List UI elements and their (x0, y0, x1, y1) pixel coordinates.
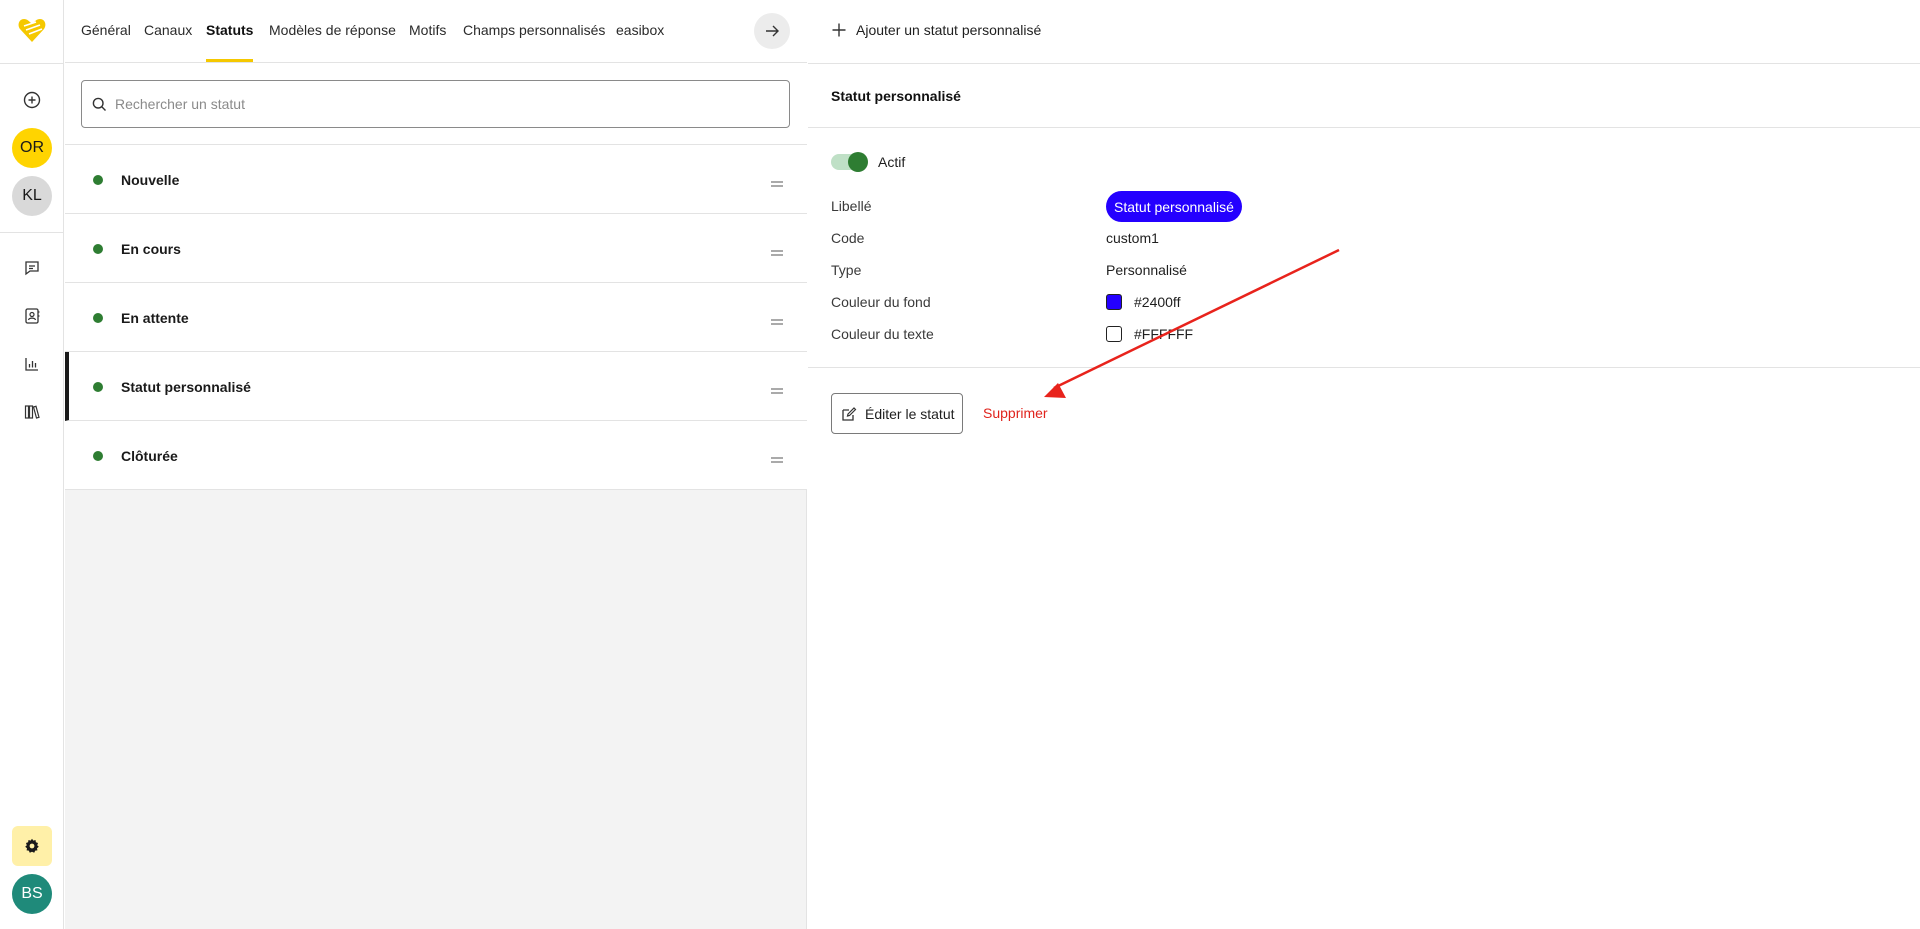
search-bar (65, 63, 807, 145)
tabs-scroll-button[interactable] (754, 13, 790, 49)
tab-canaux[interactable]: Canaux (144, 22, 192, 38)
arrow-right-icon (764, 23, 780, 39)
status-dot (93, 244, 103, 254)
toggle-knob (848, 152, 868, 172)
drag-handle-icon[interactable] (771, 451, 783, 463)
nav-rail: OR KL BS (0, 0, 64, 929)
settings-button[interactable] (12, 826, 52, 866)
status-dot (93, 175, 103, 185)
status-name: Nouvelle (121, 172, 180, 188)
bg-color-swatch (1106, 294, 1122, 310)
bg-color-value: #2400ff (1134, 294, 1181, 310)
statuses-column: Général Canaux Statuts Modèles de répons… (65, 0, 807, 929)
plus-circle-icon[interactable] (20, 88, 44, 112)
status-name: Clôturée (121, 448, 178, 464)
status-row-en-cours[interactable]: En cours (65, 214, 807, 283)
type-label: Type (831, 262, 862, 278)
search-input[interactable] (115, 96, 755, 112)
status-dot (93, 313, 103, 323)
code-label: Code (831, 230, 865, 246)
chart-icon[interactable] (20, 352, 44, 376)
add-custom-status-button[interactable]: Ajouter un statut personnalisé (832, 22, 1041, 38)
tab-easibox[interactable]: easibox (616, 22, 664, 38)
avatar-initials: BS (21, 885, 43, 902)
drag-handle-icon[interactable] (771, 313, 783, 325)
tab-motifs[interactable]: Motifs (409, 22, 446, 38)
tab-champs-personnalises[interactable]: Champs personnalisés (463, 22, 605, 38)
rail-divider (0, 232, 64, 233)
user-avatar[interactable]: BS (12, 874, 52, 914)
libelle-preview-badge: Statut personnalisé (1106, 191, 1242, 222)
rail-divider (0, 63, 64, 64)
settings-tabs: Général Canaux Statuts Modèles de répons… (65, 0, 807, 63)
status-detail-panel: Ajouter un statut personnalisé Statut pe… (808, 0, 1920, 929)
bg-color-label: Couleur du fond (831, 294, 931, 310)
text-color-swatch (1106, 326, 1122, 342)
status-row-statut-personnalise[interactable]: Statut personnalisé (65, 352, 807, 421)
type-value: Personnalisé (1106, 262, 1187, 278)
status-name: En cours (121, 241, 181, 257)
drag-handle-icon[interactable] (771, 175, 783, 187)
drag-handle-icon[interactable] (771, 382, 783, 394)
status-name: En attente (121, 310, 189, 326)
add-custom-status-label: Ajouter un statut personnalisé (856, 22, 1042, 38)
tab-statuts[interactable]: Statuts (206, 22, 253, 38)
heart-logo-icon[interactable] (16, 14, 48, 46)
search-field[interactable] (81, 80, 790, 128)
status-dot (93, 451, 103, 461)
panel-title: Statut personnalisé (831, 88, 961, 104)
libelle-label: Libellé (831, 198, 872, 214)
annotation-arrow (1044, 248, 1340, 398)
status-name: Statut personnalisé (121, 379, 251, 395)
avatar-initials: OR (20, 139, 44, 156)
edit-status-button[interactable]: Éditer le statut (831, 393, 963, 434)
tab-general[interactable]: Général (81, 22, 131, 38)
status-list: Nouvelle En cours En attente Statut pers… (65, 145, 807, 490)
drag-handle-icon[interactable] (771, 244, 783, 256)
tab-modeles-de-reponse[interactable]: Modèles de réponse (269, 22, 396, 38)
active-toggle[interactable] (831, 152, 868, 172)
status-dot (93, 382, 103, 392)
plus-icon (832, 23, 856, 37)
active-tab-indicator (206, 59, 253, 62)
status-row-en-attente[interactable]: En attente (65, 283, 807, 352)
status-row-nouvelle[interactable]: Nouvelle (65, 145, 807, 214)
text-color-value: #FFFFFF (1134, 326, 1194, 342)
library-icon[interactable] (20, 400, 44, 424)
chat-icon[interactable] (20, 256, 44, 280)
divider (808, 63, 1920, 64)
text-color-label: Couleur du texte (831, 326, 934, 342)
search-icon (92, 97, 107, 112)
status-row-cloturee[interactable]: Clôturée (65, 421, 807, 490)
divider (808, 127, 1920, 128)
contacts-icon[interactable] (20, 304, 44, 328)
divider (808, 367, 1920, 368)
avatar-or[interactable]: OR (12, 128, 52, 168)
delete-button[interactable]: Supprimer (983, 405, 1048, 421)
edit-icon (841, 406, 865, 422)
edit-status-label: Éditer le statut (865, 405, 955, 422)
avatar-initials: KL (22, 187, 42, 204)
code-value: custom1 (1106, 230, 1159, 246)
gear-icon (24, 838, 40, 854)
avatar-kl[interactable]: KL (12, 176, 52, 216)
active-label: Actif (878, 154, 906, 170)
